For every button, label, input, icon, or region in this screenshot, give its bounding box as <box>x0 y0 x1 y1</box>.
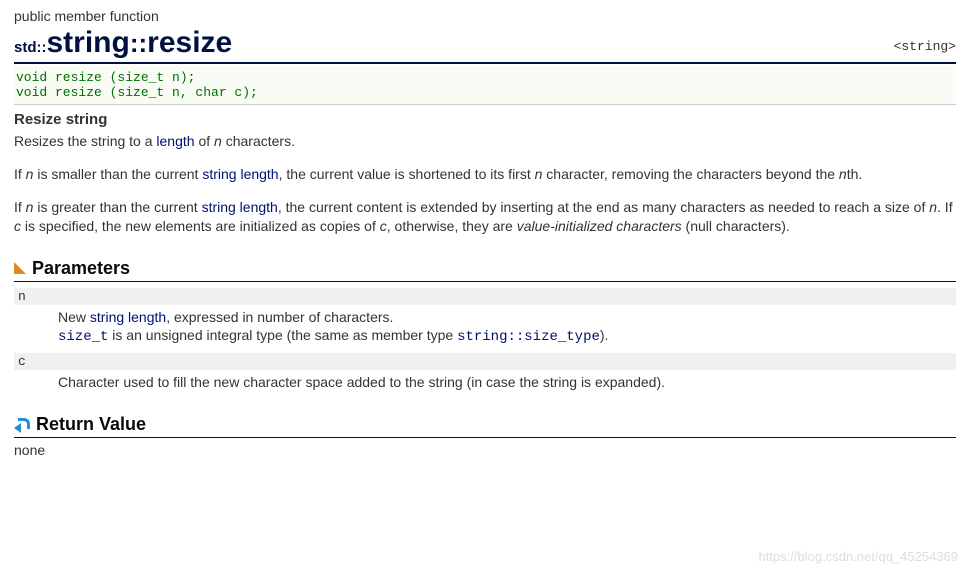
paragraph-1: Resizes the string to a length of n char… <box>14 132 956 151</box>
parameters-section: Parameters n New string length, expresse… <box>14 258 956 393</box>
return-arrow-icon <box>14 418 30 432</box>
param-c-term: c <box>14 353 956 370</box>
string-length-link-2[interactable]: string length <box>202 199 278 215</box>
category-label: public member function <box>14 8 956 24</box>
length-link[interactable]: length <box>156 133 194 149</box>
return-value-heading: Return Value <box>14 414 956 438</box>
param-c-desc: Character used to fill the new character… <box>58 373 956 392</box>
parameters-heading: Parameters <box>14 258 956 282</box>
title-row: std::string::resize <string> <box>14 26 956 64</box>
triangle-icon <box>14 262 26 274</box>
title-function: resize <box>147 26 232 59</box>
paragraph-3: If n is greater than the current string … <box>14 198 956 236</box>
string-length-link-3[interactable]: string length <box>90 309 166 325</box>
title-separator: :: <box>130 28 147 58</box>
return-value-section: Return Value none <box>14 414 956 458</box>
signature-box: void resize (size_t n); void resize (siz… <box>14 66 956 105</box>
parameter-list: n New string length, expressed in number… <box>14 288 956 393</box>
page-title: std::string::resize <box>14 26 232 60</box>
return-value-text: none <box>14 442 956 458</box>
paragraph-2: If n is smaller than the current string … <box>14 165 956 184</box>
watermark-text: https://blog.csdn.net/qq_45254369 <box>759 549 959 564</box>
title-namespace: std:: <box>14 39 47 56</box>
short-description: Resize string <box>14 111 956 128</box>
param-n-desc: New string length, expressed in number o… <box>58 308 956 348</box>
string-size-type-link[interactable]: string::size_type <box>457 329 600 345</box>
size-t-link[interactable]: size_t <box>58 329 108 345</box>
string-length-link[interactable]: string length <box>202 166 278 182</box>
param-n-term: n <box>14 288 956 305</box>
header-include: <string> <box>894 39 956 60</box>
title-class: string <box>47 26 130 59</box>
